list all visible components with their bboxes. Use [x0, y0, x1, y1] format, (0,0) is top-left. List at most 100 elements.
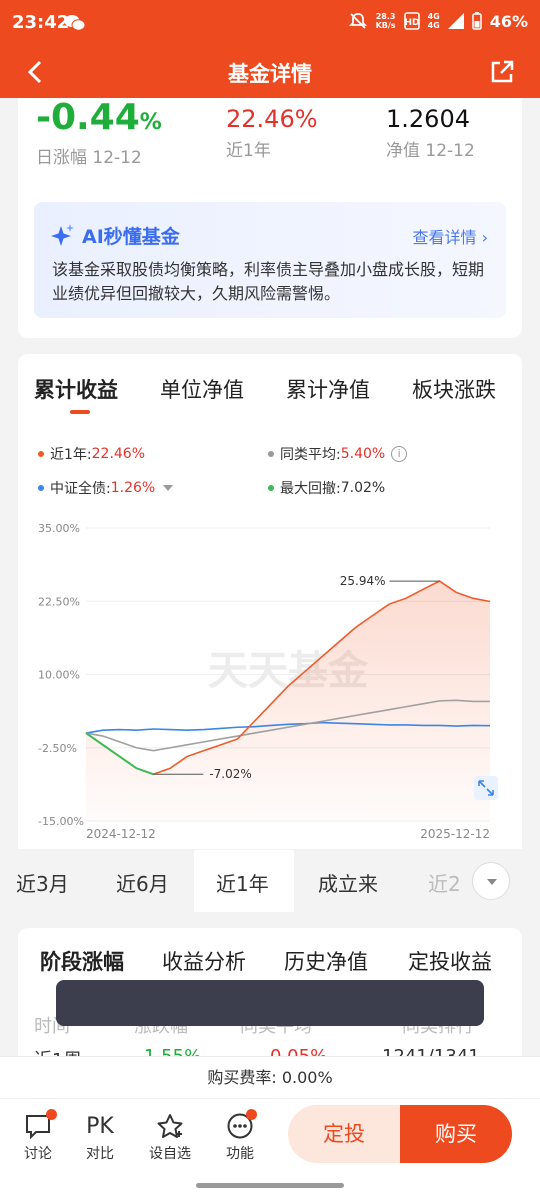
- legend-peer-value: 5.40%: [340, 446, 386, 462]
- chart-tabs: 累计收益 单位净值 累计净值 板块涨跌: [18, 374, 522, 414]
- tab-sip-return[interactable]: 定投收益: [408, 946, 492, 976]
- sparkle-icon: [51, 223, 74, 246]
- fund-area: [86, 581, 490, 821]
- functions-label: 功能: [226, 1146, 254, 1162]
- legend-peer-label: 同类平均:: [280, 447, 341, 463]
- functions-button[interactable]: 功能: [210, 1109, 270, 1163]
- discuss-badge: [46, 1109, 57, 1120]
- tab-return-analysis[interactable]: 收益分析: [162, 946, 246, 976]
- ai-card: AI秒懂基金 查看详情 › 该基金采取股债均衡策略，利率债主导叠加小盘成长股，短…: [18, 192, 522, 338]
- chevron-right-icon: ›: [481, 228, 488, 247]
- tab-sector-change[interactable]: 板块涨跌: [412, 374, 496, 404]
- fee-bar: 购买费率: 0.00%: [0, 1056, 540, 1098]
- battery-percent: 46%: [489, 11, 528, 31]
- share-icon[interactable]: [488, 58, 516, 86]
- legend-drawdown-value: 7.02%: [340, 480, 386, 496]
- daily-change-block: -0.44% 日涨幅 12-12: [36, 97, 162, 169]
- tab-cumulative-nav[interactable]: 累计净值: [286, 374, 370, 404]
- hd-icon: HD: [403, 12, 420, 30]
- page-title: 基金详情: [228, 62, 312, 86]
- year-return-block: 22.46% 近1年: [226, 104, 318, 161]
- legend-dot-peer: [268, 451, 274, 457]
- tab-active-indicator: [70, 410, 90, 414]
- legend-index-value: 1.26%: [110, 480, 156, 496]
- legend-fund-value: 22.46%: [91, 446, 146, 462]
- status-time: 23:42: [12, 12, 70, 33]
- year-return-label: 近1年: [226, 141, 271, 161]
- wechat-icon: [64, 15, 86, 31]
- ai-detail-link-text: 查看详情: [412, 228, 477, 247]
- status-bar: 23:42 28.3 KB/s HD 4G 4G 46%: [0, 0, 540, 46]
- signal-4g: 4G 4G: [428, 12, 440, 30]
- dropdown-caret-icon: [163, 485, 174, 491]
- net-speed: 28.3 KB/s: [376, 12, 396, 30]
- range-more-button[interactable]: [472, 862, 510, 900]
- ai-summary-text: 该基金采取股债均衡策略，利率债主导叠加小盘成长股，短期业绩优异但回撤较大，久期风…: [52, 260, 485, 303]
- return-chart: 35.00%22.50%10.00%-2.50%-15.00%天天基金2024-…: [38, 522, 498, 841]
- legend-dot-drawdown: [268, 485, 274, 491]
- tab-period-change[interactable]: 阶段涨幅: [40, 946, 124, 976]
- tab-unit-nav[interactable]: 单位净值: [160, 374, 244, 404]
- chevron-down-icon: [487, 879, 497, 885]
- fee-value: 0.00%: [281, 1068, 333, 1087]
- nav-value-block: 1.2604 净值 12-12: [386, 104, 475, 161]
- bottom-action-bar: 讨论 PK 对比 设自选 功能 定投 购买: [0, 1098, 540, 1200]
- compare-button[interactable]: PK 对比: [70, 1109, 130, 1163]
- x-tick-label: 2024-12-12: [86, 827, 156, 841]
- legend-drawdown-label: 最大回撤:: [280, 481, 341, 497]
- add-watchlist-button[interactable]: 设自选: [140, 1109, 200, 1163]
- range-3m[interactable]: 近3月: [16, 868, 69, 897]
- peak-label: 25.94%: [340, 574, 386, 588]
- tab-cumulative-return[interactable]: 累计收益: [34, 374, 118, 404]
- y-tick-label: 35.00%: [38, 522, 80, 535]
- kpi-card: -0.44% 日涨幅 12-12 22.46% 近1年 1.2604 净值 12…: [18, 98, 522, 202]
- nav-value-label: 净值 12-12: [386, 141, 475, 161]
- compare-label: 对比: [86, 1146, 114, 1162]
- nav-bar: 基金详情: [0, 46, 540, 98]
- y-tick-label: -15.00%: [38, 815, 84, 828]
- signal-icon: [447, 13, 464, 29]
- daily-change-unit: %: [139, 110, 162, 135]
- pk-icon: PK: [86, 1113, 114, 1139]
- fee-label: 购买费率:: [207, 1068, 277, 1087]
- status-icons: 28.3 KB/s HD 4G 4G 46%: [348, 11, 528, 31]
- trough-label: -7.02%: [209, 767, 251, 781]
- range-6m[interactable]: 近6月: [116, 868, 169, 897]
- functions-badge: [246, 1109, 257, 1120]
- net-speed-unit: KB/s: [375, 21, 396, 30]
- legend-fund-label: 近1年:: [50, 447, 92, 463]
- range-1y[interactable]: 近1年: [216, 868, 269, 897]
- legend-peer: 同类平均: 5.40% i: [268, 444, 408, 464]
- daily-change-label: 日涨幅 12-12: [36, 148, 142, 168]
- discuss-label: 讨论: [24, 1146, 52, 1162]
- legend-dot-fund: [38, 451, 44, 457]
- legend-drawdown: 最大回撤: 7.02%: [268, 478, 385, 498]
- sip-button[interactable]: 定投: [288, 1105, 400, 1163]
- ai-title: AI秒懂基金: [50, 222, 180, 249]
- daily-change-value: -0.44: [36, 97, 140, 138]
- legend-index[interactable]: 中证全债: 1.26%: [38, 478, 174, 498]
- legend-fund: 近1年: 22.46%: [38, 444, 145, 464]
- discuss-button[interactable]: 讨论: [8, 1109, 68, 1163]
- y-tick-label: 10.00%: [38, 669, 80, 682]
- expand-icon[interactable]: [474, 776, 498, 800]
- tab-history-nav[interactable]: 历史净值: [284, 946, 368, 976]
- net-speed-value: 28.3: [375, 12, 396, 21]
- y-tick-label: 22.50%: [38, 595, 80, 608]
- toast-overlay: [56, 980, 484, 1026]
- info-icon[interactable]: i: [391, 446, 408, 462]
- buy-button[interactable]: 购买: [400, 1105, 512, 1163]
- battery-icon: [471, 12, 482, 30]
- y-tick-label: -2.50%: [38, 742, 77, 755]
- svg-text:HD: HD: [404, 18, 419, 28]
- range-since-inception[interactable]: 成立来: [318, 868, 378, 897]
- ai-summary-box[interactable]: AI秒懂基金 查看详情 › 该基金采取股债均衡策略，利率债主导叠加小盘成长股，短…: [34, 202, 506, 318]
- add-watchlist-label: 设自选: [149, 1146, 191, 1162]
- chart-card: 累计收益 单位净值 累计净值 板块涨跌 近1年: 22.46% 同类平均: 5.40…: [18, 354, 522, 849]
- ai-detail-link[interactable]: 查看详情 ›: [412, 224, 488, 248]
- home-indicator: [196, 1183, 344, 1188]
- ai-title-text: AI秒懂基金: [82, 226, 180, 248]
- signal-label-2: 4G: [427, 21, 440, 30]
- range-2y[interactable]: 近2: [428, 868, 461, 897]
- legend-dot-index: [38, 485, 44, 491]
